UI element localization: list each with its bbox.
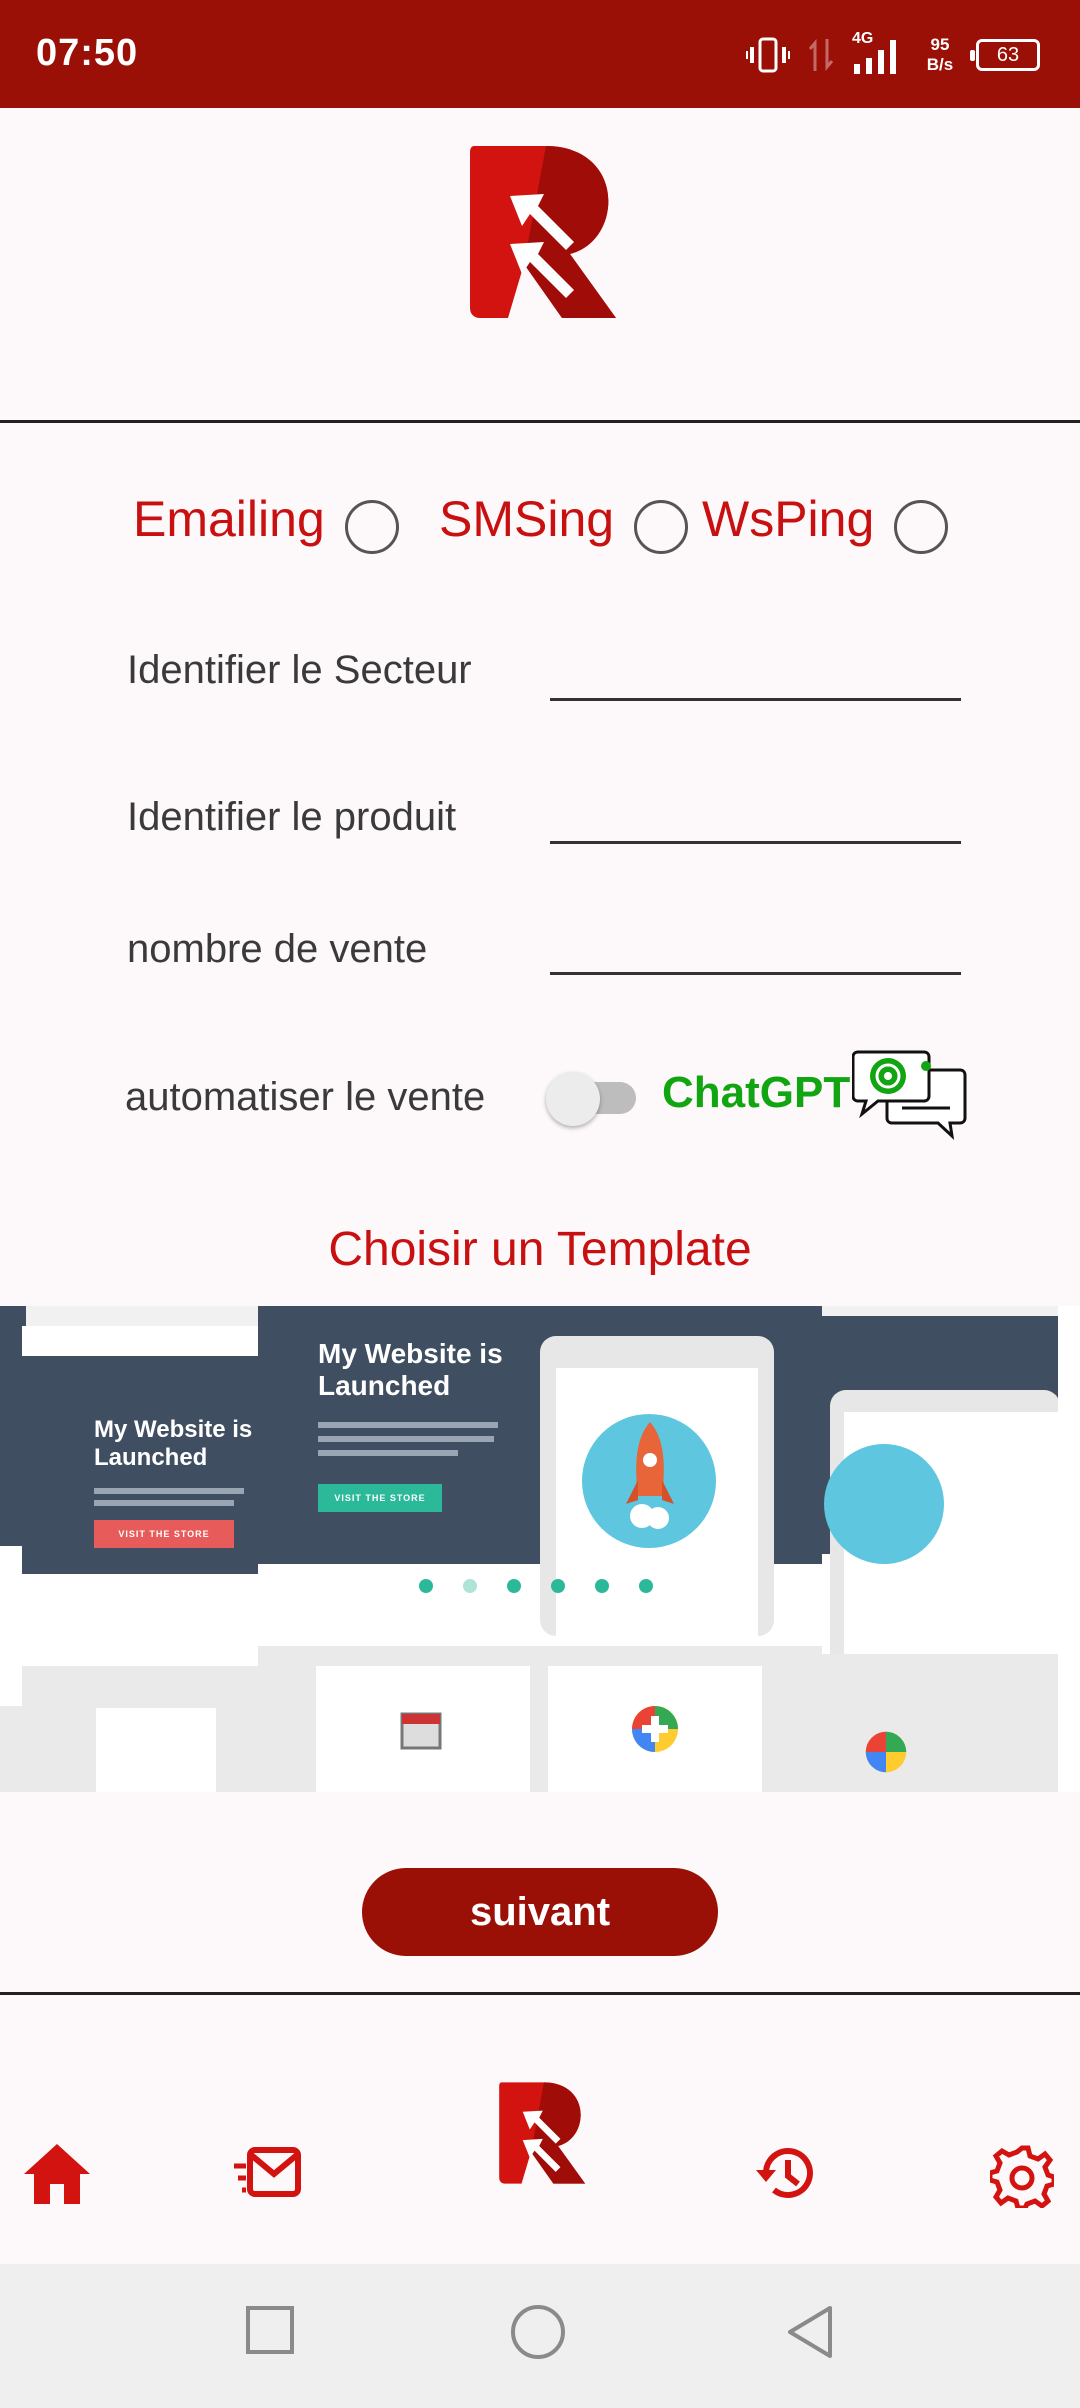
- settings-icon[interactable]: [990, 2144, 1054, 2208]
- sales-count-label: nombre de vente: [127, 927, 428, 971]
- channel-emailing[interactable]: Emailing: [133, 484, 399, 554]
- channel-emailing-label: Emailing: [133, 491, 325, 547]
- template-card-center[interactable]: My Website is Launched VISIT THE STORE: [258, 1306, 822, 1792]
- app-logo: [470, 146, 616, 318]
- home-icon[interactable]: [22, 2140, 92, 2206]
- template-center-button: VISIT THE STORE: [318, 1484, 442, 1512]
- chatgpt-label: ChatGPT: [662, 1068, 851, 1117]
- home-logo-button[interactable]: [496, 2080, 586, 2186]
- template-left-headline: My Website is Launched: [94, 1416, 253, 1471]
- channel-smsing[interactable]: SMSing: [439, 484, 689, 554]
- sector-input[interactable]: [550, 698, 961, 701]
- home-circle-icon[interactable]: [510, 2304, 566, 2360]
- rocket-icon: [626, 1422, 674, 1529]
- radio-smsing[interactable]: [634, 500, 689, 554]
- colorful-plus-icon: [632, 1706, 678, 1752]
- sector-label: Identifier le Secteur: [127, 648, 472, 692]
- channel-smsing-label: SMSing: [439, 491, 615, 547]
- data-transfer-icon: [808, 38, 834, 72]
- recent-apps-icon[interactable]: [246, 2306, 294, 2354]
- product-label: Identifier le produit: [127, 795, 457, 839]
- template-center-headline: My Website is Launched: [318, 1338, 503, 1401]
- calendar-icon: [400, 1712, 442, 1750]
- template-left-button: VISIT THE STORE: [94, 1520, 234, 1548]
- battery-icon: 63: [970, 39, 1040, 71]
- channel-wsping-label: WsPing: [702, 491, 875, 547]
- chatgpt-chat-icon: [852, 1050, 967, 1141]
- template-carousel[interactable]: My Website is Launched VISIT THE STORE M…: [0, 1306, 1080, 1792]
- next-button[interactable]: suivant: [362, 1868, 718, 1956]
- radio-emailing[interactable]: [344, 500, 399, 554]
- bottom-divider: [0, 1992, 1080, 1995]
- radio-wsping[interactable]: [894, 500, 949, 554]
- template-section-title: Choisir un Template: [328, 1223, 752, 1276]
- automate-label: automatiser le vente: [125, 1075, 486, 1119]
- sales-count-input[interactable]: [550, 972, 961, 975]
- status-time: 07:50: [36, 32, 139, 74]
- status-icons: 4G 95 B/s 63: [746, 30, 1040, 80]
- status-bar: 07:50 4G 95 B/s 63: [0, 0, 1080, 108]
- social-icons: [419, 1579, 653, 1593]
- signal-icon: 4G: [852, 30, 904, 76]
- system-navigation-bar: [0, 2264, 1080, 2408]
- vibrate-icon: [746, 37, 790, 73]
- channel-wsping[interactable]: WsPing: [702, 484, 949, 554]
- product-input[interactable]: [550, 841, 961, 844]
- automate-toggle[interactable]: [546, 1072, 642, 1126]
- history-icon[interactable]: [754, 2144, 818, 2204]
- mail-icon[interactable]: [232, 2144, 302, 2204]
- back-icon[interactable]: [784, 2304, 834, 2360]
- template-card-left[interactable]: My Website is Launched VISIT THE STORE: [22, 1326, 262, 1792]
- header-divider: [0, 420, 1080, 423]
- battery-level: 63: [996, 43, 1020, 66]
- template-card-right[interactable]: [822, 1316, 1060, 1792]
- network-speed: 95 B/s: [926, 35, 954, 74]
